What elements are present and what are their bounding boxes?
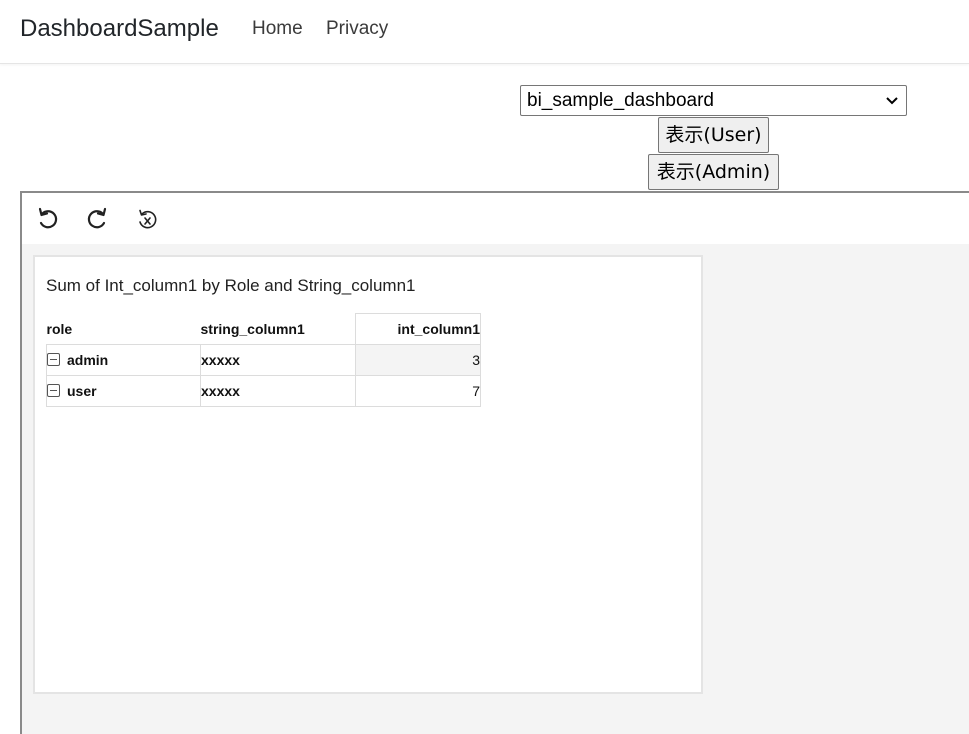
role-value: user — [67, 383, 97, 399]
show-admin-button[interactable]: 表示(Admin) — [648, 154, 779, 190]
string-cell: xxxxx — [200, 344, 356, 376]
pivot-table-visual: Sum of Int_column1 by Role and String_co… — [33, 255, 703, 694]
collapse-icon[interactable] — [47, 353, 60, 366]
table-row: user xxxxx 7 — [46, 375, 481, 407]
header-int-column1[interactable]: int_column1 — [355, 313, 481, 345]
collapse-icon[interactable] — [47, 384, 60, 397]
pivot-table: role string_column1 int_column1 admin xx… — [46, 313, 481, 407]
dashboard-select[interactable]: bi_sample_dashboard — [520, 85, 907, 116]
show-user-button[interactable]: 表示(User) — [658, 117, 769, 153]
dashboard-toolbar — [22, 193, 969, 244]
string-cell: xxxxx — [200, 375, 356, 407]
visual-title: Sum of Int_column1 by Role and String_co… — [46, 276, 416, 295]
nav-home-link[interactable]: Home — [252, 18, 303, 40]
table-row: admin xxxxx 3 — [46, 344, 481, 376]
role-value: admin — [67, 352, 109, 368]
role-cell: user — [46, 375, 201, 407]
embedded-dashboard-frame: Sum of Int_column1 by Role and String_co… — [20, 191, 969, 734]
dashboard-select-value: bi_sample_dashboard — [527, 90, 714, 111]
chevron-down-icon — [886, 97, 898, 105]
int-cell: 3 — [355, 344, 481, 376]
int-cell: 7 — [355, 375, 481, 407]
brand-link[interactable]: DashboardSample — [20, 15, 219, 43]
header-role[interactable]: role — [46, 313, 201, 345]
nav-privacy-link[interactable]: Privacy — [326, 18, 388, 40]
role-cell: admin — [46, 344, 201, 376]
header-string-column1[interactable]: string_column1 — [200, 313, 356, 345]
reset-icon[interactable] — [135, 208, 159, 232]
redo-icon[interactable] — [84, 206, 110, 232]
top-navbar: DashboardSample Home Privacy — [0, 0, 969, 64]
undo-icon[interactable] — [35, 206, 61, 232]
